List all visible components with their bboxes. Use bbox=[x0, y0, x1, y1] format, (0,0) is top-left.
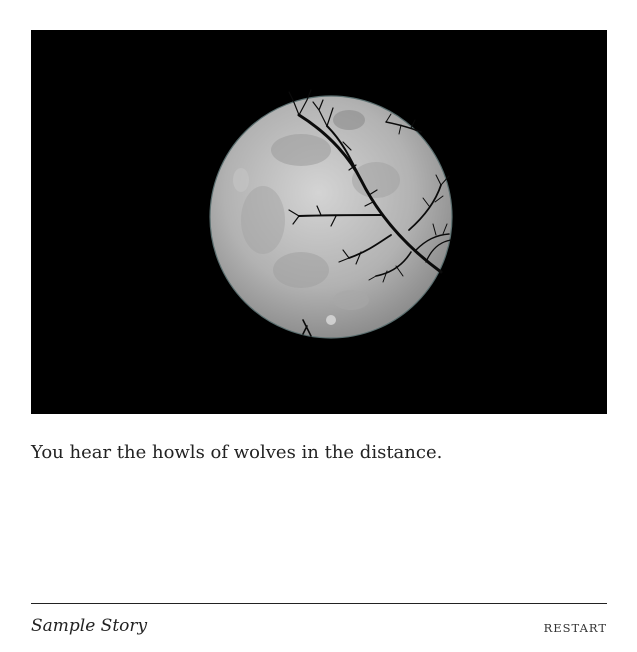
full-moon-image bbox=[31, 30, 607, 414]
passage-text: You hear the howls of wolves in the dist… bbox=[31, 442, 443, 463]
story-title: Sample Story bbox=[31, 616, 148, 636]
restart-link[interactable]: RESTART bbox=[544, 620, 607, 636]
story-image bbox=[31, 30, 607, 414]
footer-divider bbox=[31, 603, 607, 604]
